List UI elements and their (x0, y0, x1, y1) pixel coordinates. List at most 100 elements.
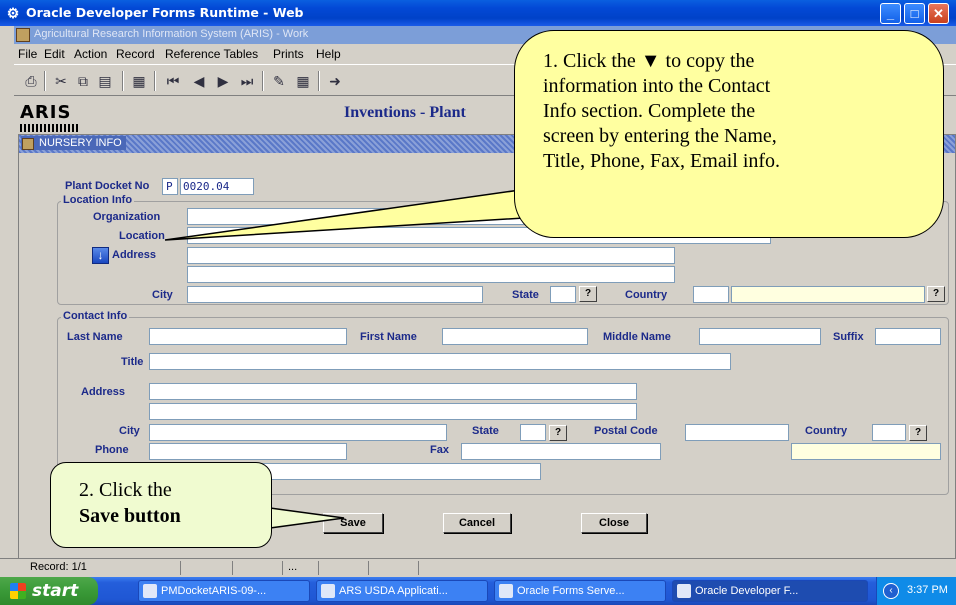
postal-code-field[interactable] (685, 424, 789, 441)
location-address-line1[interactable] (187, 247, 675, 264)
back-form-heading: Inventions - Plant (344, 104, 466, 121)
windows-logo-icon (10, 583, 26, 599)
copy-icon[interactable]: ⧉ (72, 71, 94, 91)
contact-state-field[interactable] (520, 424, 546, 441)
callout-2-line: 2. Click the (79, 479, 172, 501)
first-name-label: First Name (360, 331, 417, 343)
contact-country-lov-button[interactable]: ? (909, 425, 927, 441)
maximize-button[interactable]: □ (904, 3, 925, 24)
taskbar-item-oracle-developer[interactable]: Oracle Developer F... (672, 580, 868, 602)
first-record-icon[interactable]: ⏮ (162, 71, 184, 91)
email-field[interactable] (261, 463, 541, 480)
phone-field[interactable] (149, 443, 347, 460)
status-cell (232, 561, 233, 575)
oracle-forms-icon (677, 584, 691, 598)
window-title: Oracle Developer Forms Runtime - Web (26, 5, 304, 20)
status-cell (180, 561, 181, 575)
last-name-field[interactable] (149, 328, 347, 345)
status-ellipsis: ... (288, 561, 298, 573)
postal-code-label: Postal Code (594, 425, 658, 437)
menu-record[interactable]: Record (116, 47, 155, 61)
close-window-button[interactable]: ✕ (928, 3, 949, 24)
taskbar: start PMDocketARIS-09-... ARS USDA Appli… (0, 577, 956, 605)
instruction-callout-1: 1. Click the ▼ to copy the information i… (514, 30, 944, 238)
previous-record-icon[interactable]: ◀ (188, 71, 210, 91)
contact-city-label: City (119, 425, 140, 437)
location-state-label: State (512, 289, 539, 301)
callout-1-line: screen by entering the Name, (543, 125, 777, 147)
menu-help[interactable]: Help (316, 47, 341, 61)
start-label: start (32, 581, 79, 601)
phone-label: Phone (95, 444, 129, 456)
copy-address-arrow-button[interactable]: ↓ (92, 247, 109, 264)
close-button[interactable]: Close (581, 513, 647, 533)
menu-edit[interactable]: Edit (44, 47, 65, 61)
task-label: PMDocketARIS-09-... (161, 585, 267, 597)
plant-docket-prefix-field[interactable]: P (162, 178, 178, 195)
menu-file[interactable]: File (18, 47, 37, 61)
paste-icon[interactable]: ▤ (94, 71, 116, 91)
start-button[interactable]: start (0, 577, 98, 605)
contact-address-line1[interactable] (149, 383, 637, 400)
location-city-field[interactable] (187, 286, 483, 303)
location-country-label: Country (625, 289, 668, 301)
status-cell (418, 561, 419, 575)
status-bar: Record: 1/1 ... (0, 558, 956, 577)
aris-logo: ARIS (20, 102, 72, 123)
suffix-label: Suffix (833, 331, 864, 343)
suffix-field[interactable] (875, 328, 941, 345)
location-address-line2[interactable] (187, 266, 675, 283)
exit-icon[interactable]: ➜ (324, 71, 346, 91)
middle-name-label: Middle Name (603, 331, 671, 343)
location-country-code-field[interactable] (693, 286, 729, 303)
fax-field[interactable] (461, 443, 661, 460)
edit-icon[interactable]: ✎ (268, 71, 290, 91)
save-button[interactable]: Save (323, 513, 383, 533)
status-cell (318, 561, 319, 575)
contact-address-line2[interactable] (149, 403, 637, 420)
aris-logo-tagline (20, 124, 78, 132)
contact-country-label: Country (805, 425, 848, 437)
contact-title-field[interactable] (149, 353, 731, 370)
fax-label: Fax (430, 444, 449, 456)
system-tray: ‹ 3:37 PM (876, 577, 956, 605)
location-country-lov-button[interactable]: ? (927, 286, 945, 302)
browser-icon (321, 584, 335, 598)
status-cell (282, 561, 283, 575)
tray-arrow-icon[interactable]: ‹ (883, 583, 899, 599)
middle-name-field[interactable] (699, 328, 821, 345)
query-icon[interactable]: ▦ (128, 71, 150, 91)
callout-1-line: Title, Phone, Fax, Email info. (543, 150, 781, 172)
menu-reference-tables[interactable]: Reference Tables (165, 47, 258, 61)
cut-icon[interactable]: ✂ (50, 71, 72, 91)
contact-city-field[interactable] (149, 424, 447, 441)
contact-country-name-field (791, 443, 941, 460)
cancel-button[interactable]: Cancel (443, 513, 511, 533)
callout-2-line: Save button (79, 505, 181, 527)
contact-country-code-field[interactable] (872, 424, 906, 441)
app-icon: ⚙ (6, 5, 20, 21)
location-state-field[interactable] (550, 286, 576, 303)
contact-state-lov-button[interactable]: ? (549, 425, 567, 441)
location-state-lov-button[interactable]: ? (579, 286, 597, 302)
menu-action[interactable]: Action (74, 47, 107, 61)
next-record-icon[interactable]: ▶ (212, 71, 234, 91)
list-of-values-icon[interactable]: ▦ (292, 71, 314, 91)
toolbar-separator (122, 71, 124, 91)
task-label: Oracle Developer F... (695, 585, 799, 597)
title-label: Title (121, 356, 144, 368)
first-name-field[interactable] (442, 328, 588, 345)
callout-1-line: Info section. Complete the (543, 100, 756, 122)
taskbar-item-ars-usda[interactable]: ARS USDA Applicati... (316, 580, 488, 602)
plant-docket-number-field[interactable]: 0020.04 (180, 178, 254, 195)
last-record-icon[interactable]: ⏭ (236, 71, 258, 91)
taskbar-item-pmdocket[interactable]: PMDocketARIS-09-... (138, 580, 310, 602)
word-document-icon (143, 584, 157, 598)
forms-icon (16, 28, 30, 42)
taskbar-item-oracle-forms-server[interactable]: Oracle Forms Serve... (494, 580, 666, 602)
print-icon[interactable]: ⎙ (20, 71, 42, 91)
task-label: Oracle Forms Serve... (517, 585, 625, 597)
menu-prints[interactable]: Prints (273, 47, 304, 61)
minimize-button[interactable]: _ (880, 3, 901, 24)
organization-label: Organization (93, 211, 161, 223)
